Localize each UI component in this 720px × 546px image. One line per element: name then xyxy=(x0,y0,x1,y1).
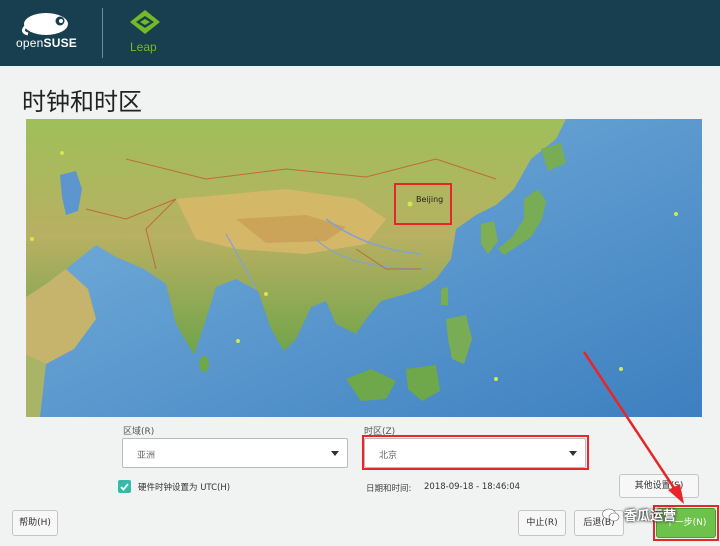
leap-product-name: Leap xyxy=(130,40,157,54)
hwclock-utc-label: 硬件时钟设置为 UTC(H) xyxy=(138,483,231,493)
annotation-highlight-box xyxy=(394,183,452,225)
region-value: 亚洲 xyxy=(137,451,156,461)
wechat-icon xyxy=(602,508,620,522)
other-settings-button[interactable]: 其他设置(S) xyxy=(619,474,699,498)
help-button[interactable]: 帮助(H) xyxy=(12,510,58,536)
datetime-label: 日期和时间: xyxy=(366,484,412,494)
header-separator xyxy=(102,8,103,58)
abort-button[interactable]: 中止(R) xyxy=(518,510,566,536)
leap-logo-icon xyxy=(130,10,160,34)
annotation-highlight-box xyxy=(362,435,589,470)
top-banner: openSUSE Leap xyxy=(0,0,720,66)
timezone-map[interactable]: Beijing xyxy=(26,119,702,417)
hwclock-utc-checkbox[interactable] xyxy=(118,480,131,493)
checkmark-icon xyxy=(120,483,129,491)
region-label: 区域(R) xyxy=(123,427,155,437)
opensuse-wordmark: openSUSE xyxy=(16,36,77,50)
chevron-down-icon xyxy=(331,451,339,456)
page-title: 时钟和时区 xyxy=(22,88,142,116)
region-combobox[interactable]: 亚洲 xyxy=(122,438,348,468)
watermark-text: 香瓜运营 xyxy=(624,509,677,524)
datetime-value: 2018-09-18 - 18:46:04 xyxy=(424,482,521,492)
